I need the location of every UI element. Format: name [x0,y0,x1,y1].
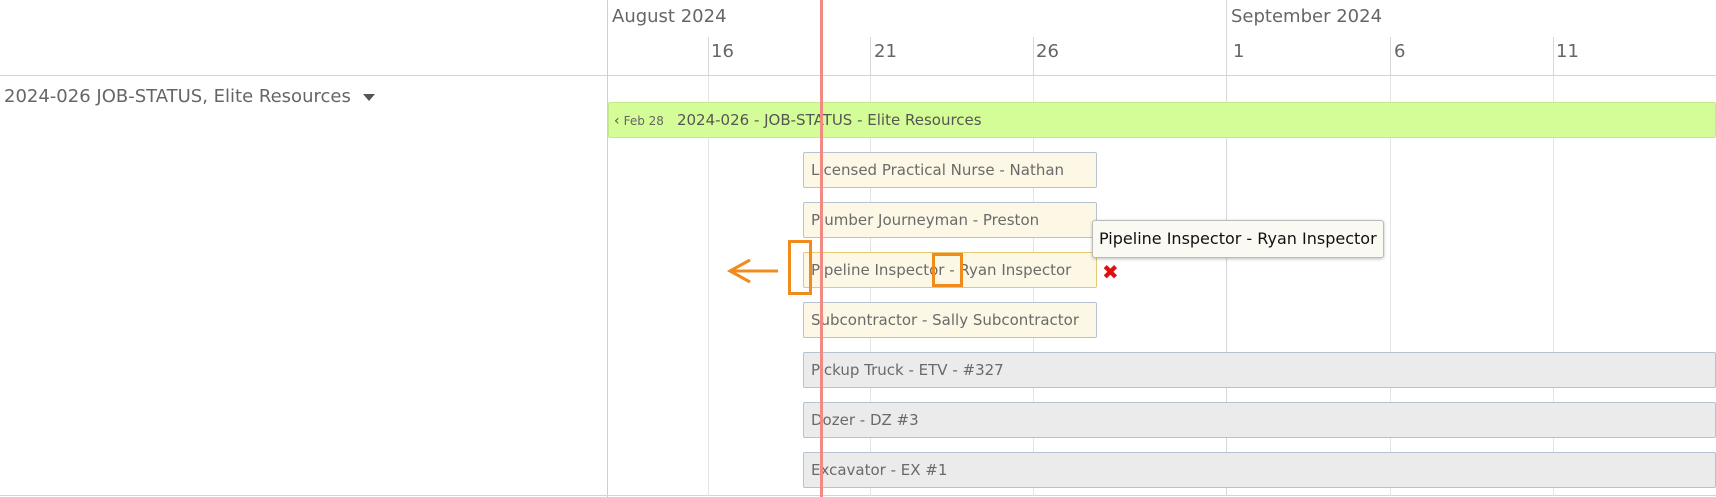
job-bar[interactable]: ‹ Feb 28 2024-026 - JOB-STATUS - Elite Res… [608,102,1716,138]
caret-down-icon[interactable] [362,94,375,101]
day-label: 16 [711,41,734,62]
day-label: 21 [874,41,897,62]
bar-tooltip: Pipeline Inspector - Ryan Inspector [1092,220,1384,258]
day-label: 11 [1556,41,1579,62]
assignment-bar[interactable]: Subcontractor - Sally Subcontractor [803,302,1097,338]
day-tick [1033,37,1034,75]
assignment-bar[interactable]: Licensed Practical Nurse - Nathan [803,152,1097,188]
assignment-bar[interactable]: Dozer - DZ #3 [803,402,1716,438]
chevron-left-icon[interactable]: ‹ [614,113,620,129]
arrow-left-icon [726,258,778,284]
header-divider [0,75,1716,76]
month-divider [1226,0,1227,75]
delete-icon[interactable]: ✖ [1102,258,1119,286]
day-label: 1 [1233,41,1245,62]
assignment-bar[interactable]: Pickup Truck - ETV - #327 [803,352,1716,388]
today-marker-line [820,0,823,497]
day-tick [1553,37,1554,75]
day-label: 6 [1394,41,1406,62]
assignment-bar[interactable]: Excavator - EX #1 [803,452,1716,488]
day-label: 26 [1036,41,1059,62]
job-bar-label: 2024-026 - JOB-STATUS - Elite Resources [676,111,982,129]
footer-divider [0,495,1716,496]
drag-point-highlight[interactable] [932,253,963,287]
left-panel-divider [607,0,608,497]
job-start-date: Feb 28 [623,114,664,128]
month-label-september: September 2024 [1231,6,1383,27]
assignment-bar[interactable]: Plumber Journeyman - Preston [803,202,1097,238]
day-tick [870,37,871,75]
day-tick [1390,37,1391,75]
month-label-august: August 2024 [612,6,727,27]
left-resize-handle-highlight[interactable] [788,240,812,295]
day-tick [708,37,709,75]
resource-group-toggle[interactable]: 2024-026 JOB-STATUS, Elite Resources [4,86,375,107]
grid-line [708,76,709,496]
resource-group-label: 2024-026 JOB-STATUS, Elite Resources [4,86,351,107]
